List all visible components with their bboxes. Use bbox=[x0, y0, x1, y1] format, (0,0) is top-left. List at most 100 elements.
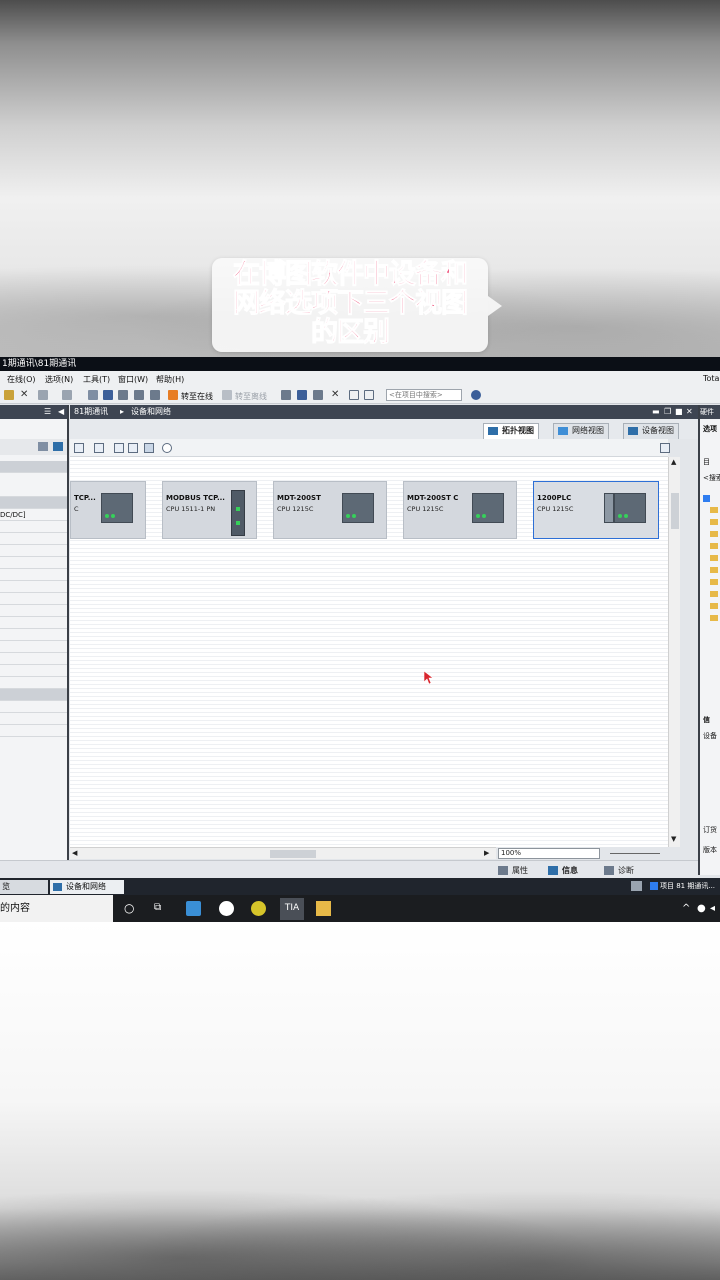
tree-row[interactable] bbox=[0, 641, 67, 653]
tree-row[interactable] bbox=[0, 617, 67, 629]
filter-checkbox[interactable] bbox=[703, 495, 710, 502]
sync-icon[interactable] bbox=[53, 442, 63, 451]
folder-icon[interactable] bbox=[710, 615, 718, 621]
folder-icon[interactable] bbox=[710, 591, 718, 597]
upload-icon[interactable] bbox=[118, 390, 128, 400]
download-icon[interactable] bbox=[103, 390, 113, 400]
microphone-icon[interactable]: ● bbox=[697, 903, 706, 914]
tree-row[interactable] bbox=[0, 713, 67, 725]
compile-icon[interactable] bbox=[88, 390, 98, 400]
tree-row[interactable] bbox=[0, 461, 67, 473]
catalog-search-input[interactable]: <搜索 bbox=[703, 473, 720, 483]
folder-icon[interactable] bbox=[710, 519, 718, 525]
tree-row[interactable] bbox=[0, 593, 67, 605]
connections-icon[interactable] bbox=[94, 443, 104, 453]
explorer-app-icon[interactable] bbox=[186, 901, 201, 916]
volume-icon[interactable]: ◂ bbox=[710, 903, 715, 914]
scroll-thumb[interactable] bbox=[270, 850, 316, 858]
canvas-vertical-scrollbar[interactable]: ▲ ▼ bbox=[668, 457, 680, 847]
device-card[interactable]: MDT-200ST CPU 1215C bbox=[273, 481, 387, 539]
tree-row[interactable] bbox=[0, 521, 67, 533]
tab-topology-view[interactable]: 拓扑视图 bbox=[483, 423, 539, 439]
tree-row[interactable] bbox=[0, 533, 67, 545]
device-card[interactable]: MODBUS TCP... CPU 1511-1 PN bbox=[162, 481, 257, 539]
tree-row[interactable] bbox=[0, 581, 67, 593]
overview-icon[interactable] bbox=[144, 443, 154, 453]
menu-online[interactable]: 在线(O) bbox=[7, 374, 36, 385]
menu-options[interactable]: 选项(N) bbox=[45, 374, 73, 385]
tree-row[interactable]: DC/DC] bbox=[0, 509, 67, 521]
tia-portal-app-icon[interactable]: TIA bbox=[280, 898, 304, 920]
maximize-icon[interactable]: ■ bbox=[675, 405, 683, 419]
media-app-icon[interactable] bbox=[219, 901, 234, 916]
tree-row[interactable] bbox=[0, 485, 67, 497]
simulation-icon[interactable] bbox=[134, 390, 144, 400]
relations-icon[interactable] bbox=[114, 443, 124, 453]
go-offline-button[interactable]: 转至离线 bbox=[235, 391, 267, 402]
accessible-devices-icon[interactable] bbox=[281, 390, 291, 400]
properties-toggle-icon[interactable] bbox=[660, 443, 670, 453]
search-icon[interactable] bbox=[471, 390, 481, 400]
close-editor-icon[interactable]: ✕ bbox=[686, 405, 693, 419]
folder-icon[interactable] bbox=[710, 531, 718, 537]
scroll-right-icon[interactable]: ▶ bbox=[484, 849, 489, 857]
zoom-select[interactable]: 100% bbox=[498, 848, 600, 859]
folder-icon[interactable] bbox=[710, 567, 718, 573]
folder-icon[interactable] bbox=[710, 507, 718, 513]
open-project-icon[interactable] bbox=[4, 390, 14, 400]
collapse-left-icon[interactable]: ◀ bbox=[58, 407, 64, 416]
tree-row[interactable] bbox=[0, 725, 67, 737]
chat-app-icon[interactable] bbox=[251, 901, 266, 916]
minimize-icon[interactable]: ▬ bbox=[652, 405, 660, 419]
tree-row[interactable] bbox=[0, 701, 67, 713]
tree-row[interactable] bbox=[0, 497, 67, 509]
tree-row[interactable] bbox=[0, 653, 67, 665]
tree-row[interactable] bbox=[0, 665, 67, 677]
cross-reference-icon[interactable] bbox=[297, 390, 307, 400]
go-offline-icon[interactable] bbox=[222, 390, 232, 400]
undo-icon[interactable] bbox=[38, 390, 48, 400]
portal-overview-tab[interactable]: 览 bbox=[0, 880, 48, 894]
project-search-input[interactable]: <在项目中搜索> bbox=[386, 389, 462, 401]
go-online-button[interactable]: 转至在线 bbox=[181, 391, 213, 402]
go-online-icon[interactable] bbox=[168, 390, 178, 400]
delete-icon[interactable]: ✕ bbox=[331, 390, 341, 400]
tree-row[interactable] bbox=[0, 569, 67, 581]
scroll-left-icon[interactable]: ◀ bbox=[72, 849, 77, 857]
tab-network-view[interactable]: 网络视图 bbox=[553, 423, 609, 439]
tab-properties[interactable]: 属性 bbox=[498, 864, 528, 878]
menu-window[interactable]: 窗口(W) bbox=[118, 374, 148, 385]
tab-info[interactable]: 信息 bbox=[548, 864, 578, 878]
device-card-selected[interactable]: 1200PLC CPU 1215C bbox=[533, 481, 659, 539]
device-card[interactable]: TCP... C bbox=[70, 481, 146, 539]
folder-icon[interactable] bbox=[710, 555, 718, 561]
canvas-horizontal-scrollbar[interactable]: ◀ ▶ bbox=[70, 847, 496, 859]
tree-row[interactable] bbox=[0, 629, 67, 641]
split-horizontal-icon[interactable] bbox=[349, 390, 359, 400]
tray-expand-icon[interactable]: ^ bbox=[682, 903, 690, 914]
zoom-slider[interactable] bbox=[610, 853, 660, 854]
panel-menu-icon[interactable]: ☰ bbox=[44, 407, 51, 416]
portal-tab-devices-networks[interactable]: 设备和网络 bbox=[50, 880, 124, 894]
taskbar-search[interactable]: 的内容 bbox=[0, 895, 113, 922]
zoom-icon[interactable] bbox=[162, 443, 172, 453]
tree-row[interactable] bbox=[0, 677, 67, 689]
table-view-icon[interactable] bbox=[38, 442, 48, 451]
breadcrumb-project[interactable]: 81期通讯 bbox=[74, 405, 108, 419]
redo-icon[interactable] bbox=[62, 390, 72, 400]
tree-row[interactable] bbox=[0, 545, 67, 557]
cortana-icon[interactable]: ○ bbox=[124, 901, 134, 915]
monitor-icon[interactable] bbox=[313, 390, 323, 400]
scroll-up-icon[interactable]: ▲ bbox=[671, 458, 676, 466]
tree-row[interactable] bbox=[0, 557, 67, 569]
table-icon[interactable] bbox=[128, 443, 138, 453]
restore-icon[interactable]: ❐ bbox=[664, 405, 671, 419]
scroll-thumb[interactable] bbox=[671, 493, 679, 529]
menu-help[interactable]: 帮助(H) bbox=[156, 374, 184, 385]
menu-tools[interactable]: 工具(T) bbox=[83, 374, 110, 385]
info-section-header[interactable]: 信 bbox=[703, 715, 710, 725]
task-view-icon[interactable]: ⧉ bbox=[154, 902, 161, 913]
tab-device-view[interactable]: 设备视图 bbox=[623, 423, 679, 439]
folder-icon[interactable] bbox=[710, 603, 718, 609]
folder-icon[interactable] bbox=[710, 579, 718, 585]
